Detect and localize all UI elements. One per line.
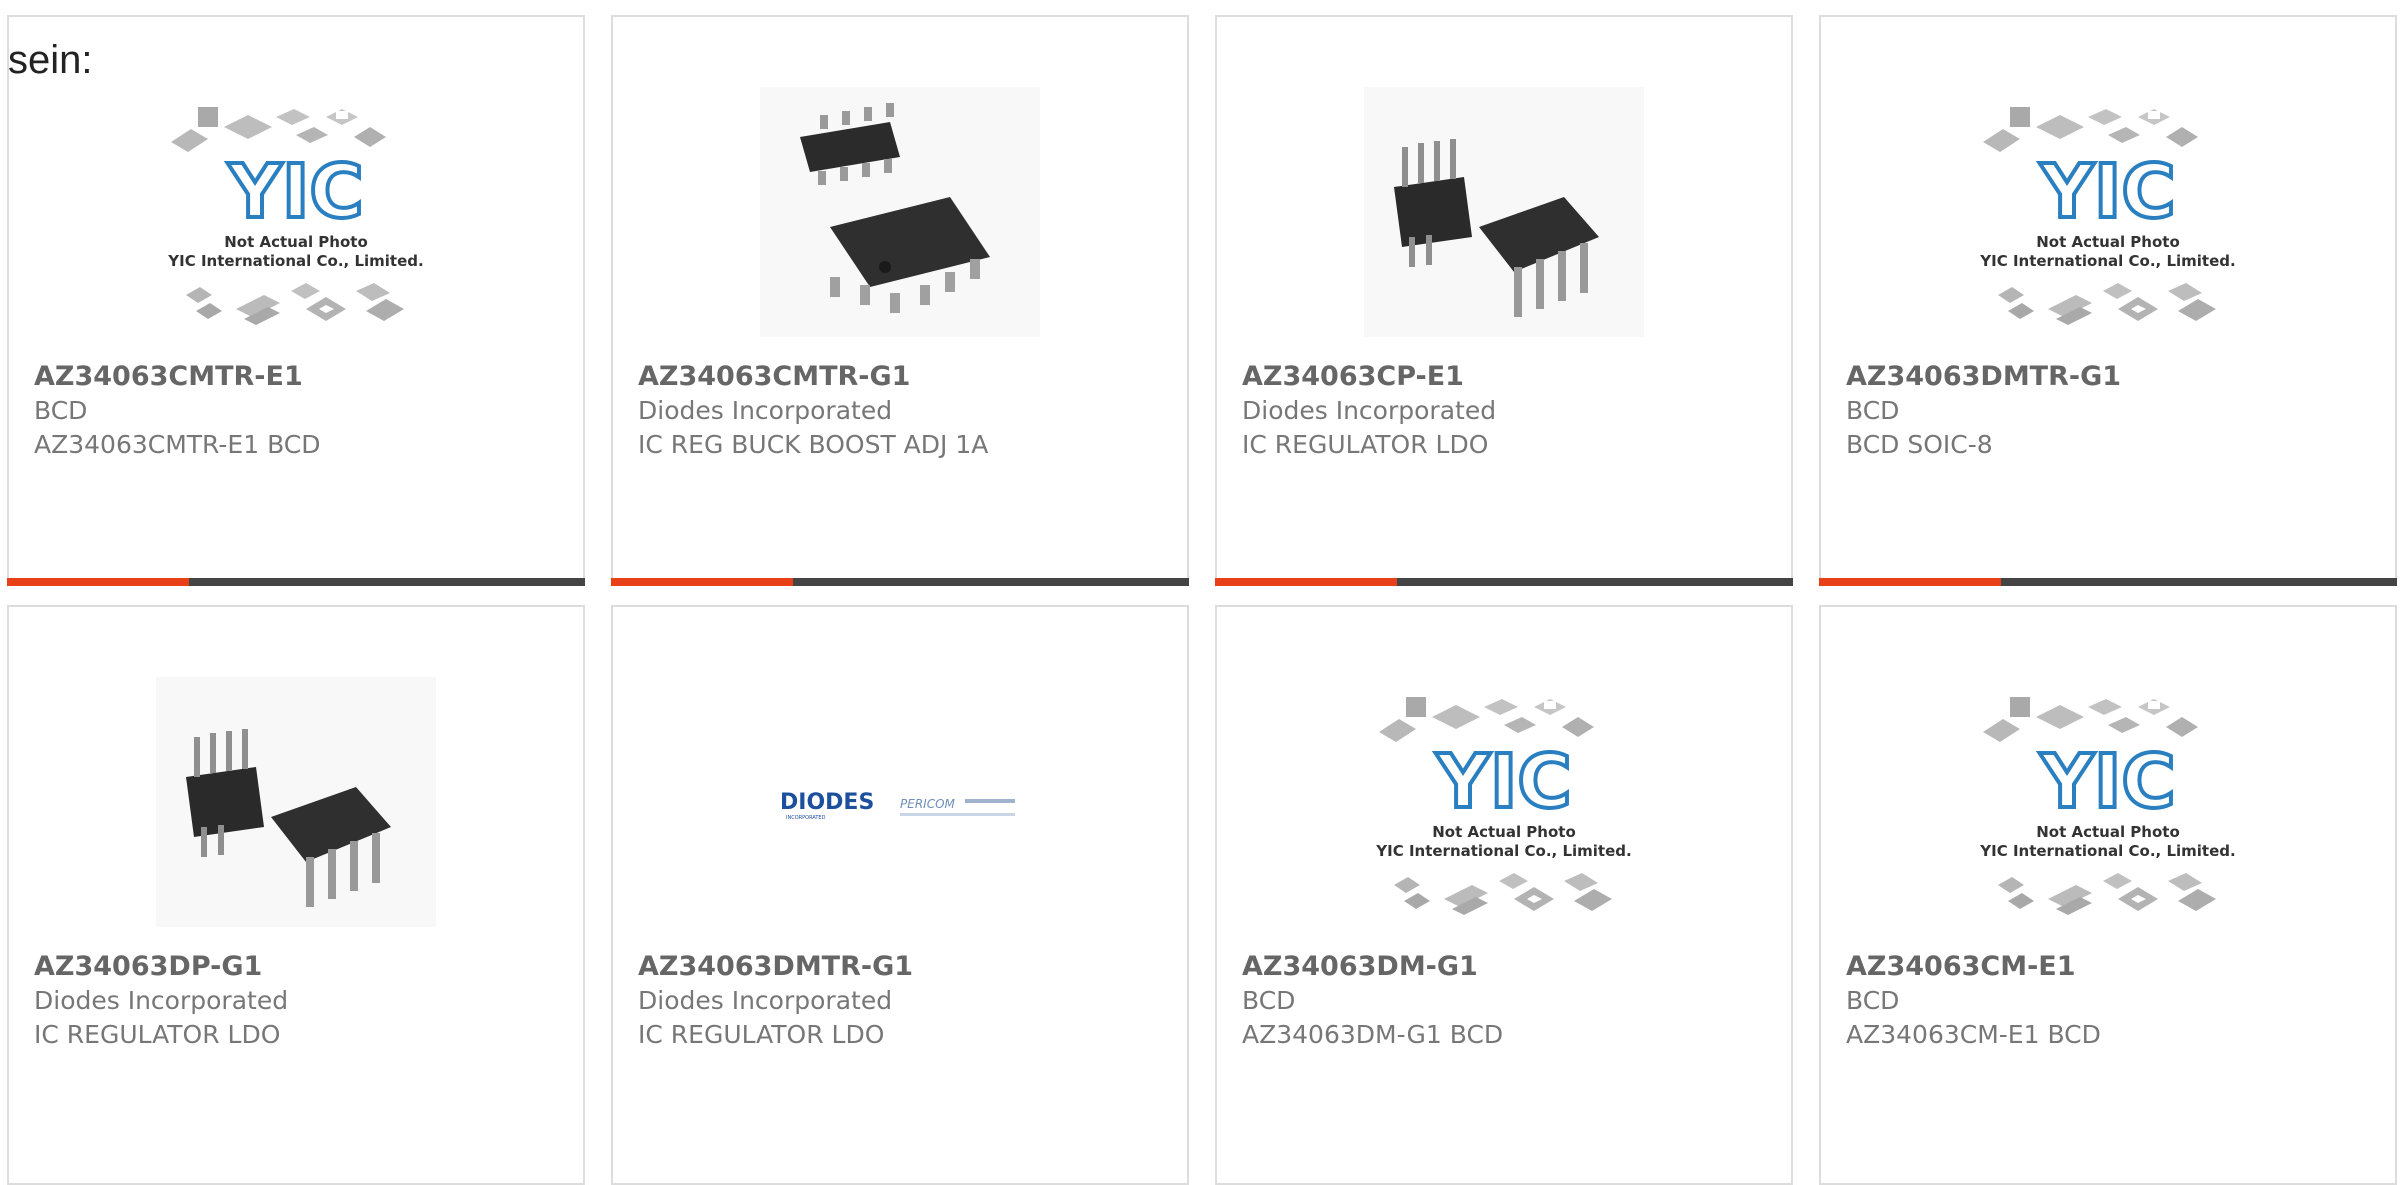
- product-card[interactable]: AZ34063CMTR-G1 Diodes Incorporated IC RE…: [611, 15, 1189, 586]
- card-footer-bar: [1215, 578, 1793, 586]
- product-description: IC REGULATOR LDO: [1242, 430, 1489, 459]
- product-part-number[interactable]: AZ34063CMTR-E1: [34, 360, 563, 394]
- product-card[interactable]: AZ34063CM-E1 BCD AZ34063CM-E1 BCD: [1819, 605, 2397, 1185]
- product-manufacturer: BCD: [1846, 396, 1900, 425]
- card-footer-bar: [7, 578, 585, 586]
- product-manufacturer: Diodes Incorporated: [1242, 396, 1497, 425]
- product-description: AZ34063CMTR-E1 BCD: [34, 430, 321, 459]
- product-part-number[interactable]: AZ34063CP-E1: [1242, 360, 1771, 394]
- product-manufacturer: Diodes Incorporated: [34, 986, 289, 1015]
- product-part-number[interactable]: AZ34063DMTR-G1: [638, 950, 1167, 984]
- product-manufacturer: Diodes Incorporated: [638, 396, 893, 425]
- product-part-number[interactable]: AZ34063DMTR-G1: [1846, 360, 2375, 394]
- product-description: IC REGULATOR LDO: [34, 1020, 281, 1049]
- product-part-number[interactable]: AZ34063CM-E1: [1846, 950, 2375, 984]
- product-description: BCD SOIC-8: [1846, 430, 1993, 459]
- product-manufacturer: BCD: [1846, 986, 1900, 1015]
- product-image[interactable]: [156, 87, 436, 337]
- product-manufacturer: BCD: [1242, 986, 1296, 1015]
- product-image[interactable]: [1364, 677, 1644, 927]
- product-manufacturer: BCD: [34, 396, 88, 425]
- product-card[interactable]: AZ34063CMTR-E1 BCD AZ34063CMTR-E1 BCD: [7, 15, 585, 586]
- product-description: AZ34063CM-E1 BCD: [1846, 1020, 2101, 1049]
- product-part-number[interactable]: AZ34063DP-G1: [34, 950, 563, 984]
- product-description: IC REG BUCK BOOST ADJ 1A: [638, 430, 989, 459]
- product-card[interactable]: AZ34063CP-E1 Diodes Incorporated IC REGU…: [1215, 15, 1793, 586]
- product-image[interactable]: [1968, 87, 2248, 337]
- product-part-number[interactable]: AZ34063DM-G1: [1242, 950, 1771, 984]
- svg-text:PERICOM: PERICOM: [900, 797, 956, 811]
- product-image[interactable]: DIODES INCORPORATED PERICOM: [760, 677, 1040, 927]
- product-description: IC REGULATOR LDO: [638, 1020, 885, 1049]
- product-card[interactable]: AZ34063DP-G1 Diodes Incorporated IC REGU…: [7, 605, 585, 1185]
- product-description: AZ34063DM-G1 BCD: [1242, 1020, 1504, 1049]
- product-card[interactable]: AZ34063DMTR-G1 BCD BCD SOIC-8: [1819, 15, 2397, 586]
- product-image[interactable]: [156, 677, 436, 927]
- product-image[interactable]: [1968, 677, 2248, 927]
- svg-text:INCORPORATED: INCORPORATED: [786, 815, 826, 821]
- product-card[interactable]: DIODES INCORPORATED PERICOM AZ34063DMTR-…: [611, 605, 1189, 1185]
- svg-text:DIODES: DIODES: [780, 790, 874, 815]
- diodes-logo: DIODES INCORPORATED PERICOM: [760, 677, 1040, 927]
- product-image[interactable]: [1364, 87, 1644, 337]
- product-image[interactable]: [760, 87, 1040, 337]
- product-part-number[interactable]: AZ34063CMTR-G1: [638, 360, 1167, 394]
- product-card[interactable]: AZ34063DM-G1 BCD AZ34063DM-G1 BCD: [1215, 605, 1793, 1185]
- card-footer-bar: [1819, 578, 2397, 586]
- partial-heading-text: sein:: [8, 38, 93, 82]
- product-manufacturer: Diodes Incorporated: [638, 986, 893, 1015]
- card-footer-bar: [611, 578, 1189, 586]
